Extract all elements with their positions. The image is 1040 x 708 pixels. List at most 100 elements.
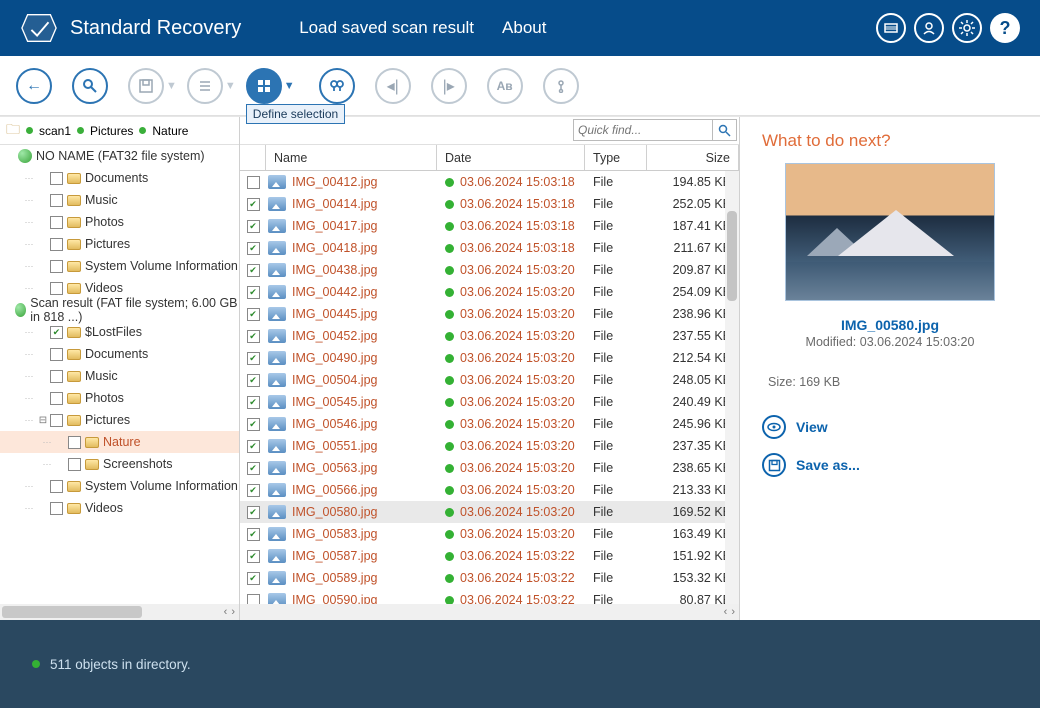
tree-item[interactable]: ⋯Screenshots <box>0 453 239 475</box>
tree-item[interactable]: ⋯System Volume Information <box>0 475 239 497</box>
file-row[interactable]: IMG_00445.jpg03.06.2024 15:03:20File238.… <box>240 303 739 325</box>
file-list-scrollbar[interactable] <box>725 171 739 604</box>
help-icon[interactable]: ? <box>990 13 1020 43</box>
file-row[interactable]: IMG_00442.jpg03.06.2024 15:03:20File254.… <box>240 281 739 303</box>
image-icon <box>268 263 286 277</box>
tree-item[interactable]: ⋯System Volume Information <box>0 255 239 277</box>
file-row[interactable]: IMG_00563.jpg03.06.2024 15:03:20File238.… <box>240 457 739 479</box>
row-checkbox[interactable] <box>247 286 260 299</box>
row-checkbox[interactable] <box>247 440 260 453</box>
row-checkbox[interactable] <box>247 330 260 343</box>
file-row[interactable]: IMG_00583.jpg03.06.2024 15:03:20File163.… <box>240 523 739 545</box>
tree-item[interactable]: ⋯Music <box>0 365 239 387</box>
settings-icon[interactable] <box>952 13 982 43</box>
row-checkbox[interactable] <box>247 242 260 255</box>
row-checkbox[interactable] <box>247 418 260 431</box>
breadcrumb-item[interactable]: scan1 <box>39 124 71 138</box>
search-button[interactable] <box>72 68 108 104</box>
status-dot-icon <box>445 354 454 363</box>
row-checkbox[interactable] <box>247 506 260 519</box>
saveas-action[interactable]: Save as... <box>762 453 1018 477</box>
tree-item[interactable]: ⋯Pictures <box>0 233 239 255</box>
saveas-label: Save as... <box>796 457 860 473</box>
list-view-button[interactable] <box>187 68 223 104</box>
file-row[interactable]: IMG_00545.jpg03.06.2024 15:03:20File240.… <box>240 391 739 413</box>
tree-panel: 🗀 scan1 Pictures Nature NO NAME (FAT32 f… <box>0 117 240 620</box>
menu-load-scan[interactable]: Load saved scan result <box>299 18 474 38</box>
back-button[interactable]: ← <box>16 68 52 104</box>
tree-item[interactable]: ⋯⊟Pictures <box>0 409 239 431</box>
tree-item-nature[interactable]: ⋯Nature <box>0 431 239 453</box>
tree-hscroll[interactable]: ‹› <box>0 604 239 620</box>
column-size[interactable]: Size <box>647 145 739 170</box>
app-title: Standard Recovery <box>70 17 241 40</box>
filter-button[interactable] <box>543 68 579 104</box>
row-checkbox[interactable] <box>247 462 260 475</box>
save-dropdown-caret[interactable]: ▼ <box>166 80 177 92</box>
preview-modified: Modified: 03.06.2024 15:03:20 <box>762 335 1018 349</box>
file-row[interactable]: IMG_00412.jpg03.06.2024 15:03:18File194.… <box>240 171 739 193</box>
find-button[interactable] <box>319 68 355 104</box>
match-case-button[interactable]: Aʙ <box>487 68 523 104</box>
file-row[interactable]: IMG_00417.jpg03.06.2024 15:03:18File187.… <box>240 215 739 237</box>
view-action[interactable]: View <box>762 415 1018 439</box>
save-button[interactable] <box>128 68 164 104</box>
column-type[interactable]: Type <box>585 145 647 170</box>
tree-item[interactable]: ⋯Music <box>0 189 239 211</box>
column-name[interactable]: Name <box>266 145 437 170</box>
tree-item[interactable]: ⋯$LostFiles <box>0 321 239 343</box>
row-checkbox[interactable] <box>247 550 260 563</box>
row-checkbox[interactable] <box>247 198 260 211</box>
tree-root-noname[interactable]: NO NAME (FAT32 file system) <box>0 145 239 167</box>
row-checkbox[interactable] <box>247 220 260 233</box>
step-forward-button[interactable]: |▸ <box>431 68 467 104</box>
menu-about[interactable]: About <box>502 18 546 38</box>
row-checkbox[interactable] <box>247 594 260 605</box>
row-checkbox[interactable] <box>247 352 260 365</box>
quick-find-input[interactable] <box>573 119 713 141</box>
image-icon <box>268 373 286 387</box>
row-checkbox[interactable] <box>247 176 260 189</box>
file-row[interactable]: IMG_00551.jpg03.06.2024 15:03:20File237.… <box>240 435 739 457</box>
breadcrumb-item[interactable]: Nature <box>152 124 188 138</box>
row-checkbox[interactable] <box>247 308 260 321</box>
selection-mode-button[interactable] <box>246 68 282 104</box>
quick-find-button[interactable] <box>713 119 737 141</box>
row-checkbox[interactable] <box>247 528 260 541</box>
file-row[interactable]: IMG_00504.jpg03.06.2024 15:03:20File248.… <box>240 369 739 391</box>
feedback-icon[interactable] <box>876 13 906 43</box>
eye-icon <box>762 415 786 439</box>
tree-item[interactable]: ⋯Videos <box>0 497 239 519</box>
step-back-button[interactable]: ◂| <box>375 68 411 104</box>
image-icon <box>268 571 286 585</box>
file-list-hscroll[interactable]: ‹› <box>240 604 739 620</box>
selection-dropdown-caret[interactable]: ▼ <box>284 80 295 92</box>
row-checkbox[interactable] <box>247 264 260 277</box>
tree-item[interactable]: ⋯Documents <box>0 343 239 365</box>
file-row[interactable]: IMG_00414.jpg03.06.2024 15:03:18File252.… <box>240 193 739 215</box>
user-icon[interactable] <box>914 13 944 43</box>
file-row[interactable]: IMG_00546.jpg03.06.2024 15:03:20File245.… <box>240 413 739 435</box>
file-row[interactable]: IMG_00438.jpg03.06.2024 15:03:20File209.… <box>240 259 739 281</box>
row-checkbox[interactable] <box>247 374 260 387</box>
tree-item[interactable]: ⋯Documents <box>0 167 239 189</box>
tree-item[interactable]: ⋯Photos <box>0 211 239 233</box>
tree-item[interactable]: ⋯Photos <box>0 387 239 409</box>
file-row[interactable]: IMG_00589.jpg03.06.2024 15:03:22File153.… <box>240 567 739 589</box>
column-date[interactable]: Date <box>437 145 585 170</box>
image-icon <box>268 593 286 604</box>
row-checkbox[interactable] <box>247 396 260 409</box>
status-dot-icon <box>445 530 454 539</box>
file-row[interactable]: IMG_00580.jpg03.06.2024 15:03:20File169.… <box>240 501 739 523</box>
file-row[interactable]: IMG_00490.jpg03.06.2024 15:03:20File212.… <box>240 347 739 369</box>
file-row[interactable]: IMG_00418.jpg03.06.2024 15:03:18File211.… <box>240 237 739 259</box>
breadcrumb-item[interactable]: Pictures <box>90 124 133 138</box>
file-row[interactable]: IMG_00590.jpg03.06.2024 15:03:22File80.8… <box>240 589 739 604</box>
row-checkbox[interactable] <box>247 572 260 585</box>
file-row[interactable]: IMG_00452.jpg03.06.2024 15:03:20File237.… <box>240 325 739 347</box>
row-checkbox[interactable] <box>247 484 260 497</box>
file-row[interactable]: IMG_00566.jpg03.06.2024 15:03:20File213.… <box>240 479 739 501</box>
list-view-dropdown-caret[interactable]: ▼ <box>225 80 236 92</box>
tree-root-scan[interactable]: Scan result (FAT file system; 6.00 GB in… <box>0 299 239 321</box>
file-row[interactable]: IMG_00587.jpg03.06.2024 15:03:22File151.… <box>240 545 739 567</box>
